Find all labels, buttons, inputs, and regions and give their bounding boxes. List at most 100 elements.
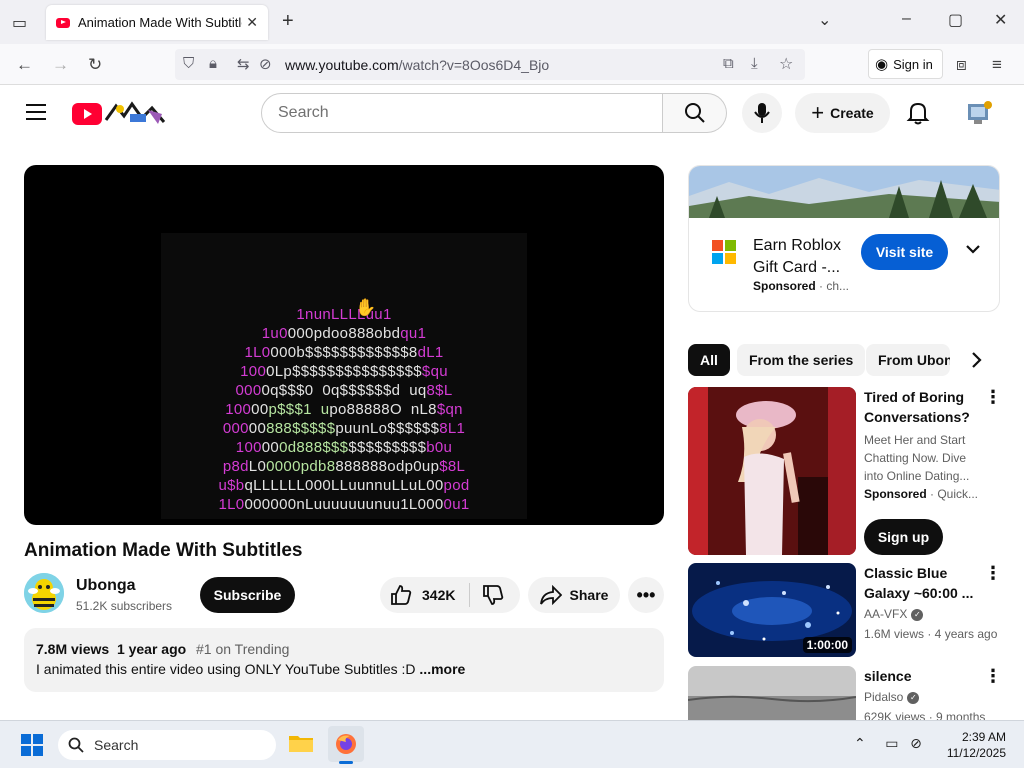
- video-player[interactable]: 1nunLLLLuu1 1u0000pdoo888obdqu1 1L0000b$$$…: [24, 165, 664, 525]
- reload-icon[interactable]: ↻: [88, 55, 102, 75]
- maximize-icon[interactable]: ▢: [948, 10, 963, 30]
- forward-icon[interactable]: →: [52, 55, 69, 75]
- url-domain: www.youtube.com: [285, 56, 399, 73]
- trending-tag[interactable]: #1 on Trending: [196, 641, 289, 657]
- rec-title[interactable]: silence: [864, 666, 982, 686]
- description-text: I animated this entire video using ONLY …: [36, 661, 416, 677]
- browser-nav-bar: ← → ↻ ⛉ 🔒︎ ⇆ ⊘ www.youtube.com/watch?v=8…: [0, 44, 1024, 85]
- upload-age: 1 year ago: [116, 641, 187, 657]
- lock-icon[interactable]: 🔒︎: [209, 55, 217, 72]
- like-dislike-group: 342K: [380, 577, 520, 613]
- verified-check-icon: ✓: [911, 608, 924, 621]
- tab-title: Animation Made With Subtitles: [78, 15, 243, 30]
- rec-advertiser: Quick...: [937, 487, 979, 501]
- show-more-link[interactable]: ...more: [419, 661, 465, 677]
- rec-channel[interactable]: Pidalso ✓: [864, 688, 920, 706]
- rec-title[interactable]: Tired of Boring Conversations?: [864, 387, 982, 427]
- windows-start-icon[interactable]: [21, 734, 43, 756]
- sign-in-label: Sign in: [893, 56, 933, 72]
- ascii-line: 0000q$$$0 0q$$$$$$d uq8$L: [235, 382, 453, 399]
- windows-taskbar: Search ⌃ ▭ ⊘ 2:39 AM 11/12/2025: [0, 720, 1024, 768]
- ad-sponsored-line: Sponsored · ch...: [753, 279, 850, 293]
- bookmark-star-icon[interactable]: ☆: [779, 54, 793, 74]
- more-actions-button[interactable]: •••: [628, 577, 664, 613]
- description-text-row: I animated this entire video using ONLY …: [36, 661, 652, 677]
- clock-date: 11/12/2025: [946, 746, 1006, 760]
- firefox-taskbar-button[interactable]: [328, 726, 364, 764]
- video-duration: 1:00:00: [802, 637, 852, 653]
- channel-name[interactable]: Ubonga: [76, 577, 136, 595]
- taskbar-search-box[interactable]: Search: [58, 730, 276, 760]
- youtube-favicon-icon: [56, 17, 70, 28]
- ascii-line: 1L0000b$$$$$$$$$$$$8dL1: [244, 344, 444, 361]
- close-tab-icon[interactable]: ✕: [246, 14, 258, 31]
- chevron-down-icon[interactable]: ⌄: [818, 10, 831, 30]
- rec-channel-name: AA-VFX: [864, 607, 908, 621]
- sign-up-button[interactable]: Sign up: [864, 519, 943, 555]
- ad-sponsored-label: Sponsored: [753, 279, 816, 293]
- permissions-icon[interactable]: ⇆: [237, 55, 250, 73]
- search-icon: [68, 737, 84, 753]
- new-tab-icon[interactable]: +: [282, 10, 294, 33]
- chip-from-ubonga[interactable]: From Ubonga: [866, 344, 950, 376]
- url-bar[interactable]: ⛉ 🔒︎ ⇆ ⊘ www.youtube.com/watch?v=8Oos6D4…: [175, 49, 805, 80]
- hamburger-menu-icon[interactable]: [26, 104, 46, 120]
- minimize-icon[interactable]: –: [902, 10, 911, 28]
- search-button[interactable]: [663, 93, 727, 133]
- rec-thumbnail-ad[interactable]: [688, 387, 856, 555]
- shield-icon[interactable]: ⛉: [183, 55, 194, 72]
- file-explorer-icon[interactable]: [288, 732, 314, 754]
- tab-list-icon[interactable]: ▭: [12, 13, 27, 33]
- chevron-right-icon[interactable]: [966, 350, 986, 370]
- ascii-line: 100000d888$$$$$$$$$$$$b0u: [235, 439, 453, 456]
- extensions-icon[interactable]: ⧈: [956, 55, 967, 75]
- save-page-icon[interactable]: ⤓: [751, 55, 758, 72]
- network-icon[interactable]: ⊘: [910, 735, 922, 751]
- chevron-down-icon[interactable]: [965, 242, 981, 256]
- visit-site-button[interactable]: Visit site: [861, 234, 948, 270]
- rec-title[interactable]: Classic Blue Galaxy ~60:00 ...: [864, 563, 982, 603]
- sign-in-button[interactable]: ◉ Sign in: [868, 49, 943, 79]
- hand-cursor-icon: ✋: [355, 298, 377, 317]
- close-window-icon[interactable]: ✕: [994, 10, 1007, 30]
- chip-from-the-series[interactable]: From the series: [737, 344, 866, 376]
- description-box[interactable]: 7.8M views 1 year ago #1 on Trending I a…: [24, 628, 664, 692]
- rec-stats: 1.6M views · 4 years ago: [864, 627, 998, 641]
- tracking-blocked-icon[interactable]: ⊘: [259, 55, 272, 73]
- browser-tab-bar: ▭ Animation Made With Subtitles ✕ + ⌄ – …: [0, 0, 1024, 44]
- dislike-button[interactable]: [470, 584, 504, 606]
- system-clock[interactable]: 2:39 AM 11/12/2025: [940, 729, 1006, 761]
- share-button[interactable]: Share: [528, 577, 620, 613]
- plus-icon: +: [811, 100, 825, 125]
- back-icon[interactable]: ←: [16, 55, 33, 75]
- youtube-doodle-logo[interactable]: [72, 100, 166, 128]
- view-count: 7.8M views: [36, 641, 110, 657]
- more-vertical-icon[interactable]: ⋮: [984, 387, 1002, 408]
- channel-avatar[interactable]: [24, 573, 64, 613]
- user-avatar-icon[interactable]: [964, 98, 994, 128]
- ascii-subtitle-art: 1nunLLLLuu1 1u0000pdoo888obdqu1 1L0000b$$$…: [161, 305, 527, 514]
- ad-thumbnail-image: [688, 387, 856, 555]
- more-vertical-icon[interactable]: ⋮: [984, 666, 1002, 687]
- ascii-line: 1000Lp$$$$$$$$$$$$$$$$qu: [240, 363, 448, 380]
- rec-thumbnail-silence[interactable]: [688, 666, 856, 720]
- rec-channel[interactable]: AA-VFX ✓: [864, 605, 924, 623]
- search-input[interactable]: Search: [261, 93, 663, 133]
- like-button[interactable]: 342K: [380, 583, 470, 607]
- thumbs-up-icon: [391, 585, 412, 605]
- chevron-up-icon[interactable]: ⌃: [854, 735, 866, 751]
- display-icon[interactable]: ▭: [885, 735, 898, 751]
- picture-in-picture-icon[interactable]: ⧉: [723, 55, 734, 72]
- video-frame: 1nunLLLLuu1 1u0000pdoo888obdqu1 1L0000b$$$…: [161, 233, 527, 519]
- browser-tab[interactable]: Animation Made With Subtitles ✕: [46, 5, 268, 40]
- subscribe-button[interactable]: Subscribe: [200, 577, 295, 613]
- create-button[interactable]: + Create: [795, 93, 890, 133]
- rec-thumbnail-galaxy[interactable]: 1:00:00: [688, 563, 856, 657]
- search-placeholder: Search: [278, 104, 329, 121]
- voice-search-button[interactable]: [742, 93, 782, 133]
- sponsored-ad-card[interactable]: Earn Roblox Gift Card -... Sponsored · c…: [688, 165, 1000, 312]
- menu-icon[interactable]: ≡: [992, 55, 1002, 75]
- more-vertical-icon[interactable]: ⋮: [984, 563, 1002, 584]
- chip-all[interactable]: All: [688, 344, 730, 376]
- notifications-bell-icon[interactable]: [906, 100, 930, 126]
